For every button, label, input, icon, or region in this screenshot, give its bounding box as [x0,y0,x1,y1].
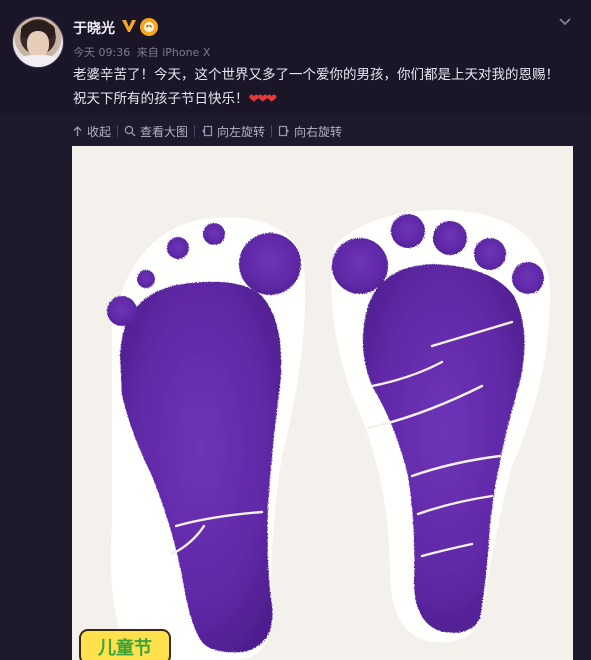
rotate-right-icon [278,125,290,137]
childrens-day-sticker: 儿童节 [78,624,174,660]
collapse-icon [73,125,82,136]
rotate-right-button[interactable]: 向右旋转 [278,123,342,140]
post-text: 老婆辛苦了！今天，这个世界又多了一个爱你的男孩，你们都是上天对我的恩赐！祝天下所… [73,63,563,112]
left-toe-3 [167,237,189,259]
member-icon[interactable] [140,18,158,36]
weibo-post-page: 于晓光 今天 09:36 来自 iPhone X 老婆辛苦了！今天，这个世界又多… [0,0,591,660]
left-big-toe [239,233,301,295]
post-time[interactable]: 今天 09:36 [73,46,130,59]
right-toe-4 [474,238,506,270]
right-toe-2 [391,214,425,248]
left-toe-4 [137,270,155,288]
rotate-left-button[interactable]: 向左旋转 [201,123,265,140]
right-big-toe [332,238,388,294]
verified-v-icon [120,17,138,35]
divider [194,125,196,137]
username[interactable]: 于晓光 [73,18,115,38]
view-large-button[interactable]: 查看大图 [124,123,188,140]
rotate-left-label: 向左旋转 [217,124,266,139]
rotate-right-label: 向右旋转 [294,124,343,139]
post-image[interactable]: 儿童节 [72,146,573,660]
post-meta: 今天 09:36 来自 iPhone X [73,44,213,60]
post-body: 老婆辛苦了！今天，这个世界又多了一个爱你的男孩，你们都是上天对我的恩赐！祝天下所… [73,67,559,107]
baby-footprints-image [107,209,551,660]
rotate-left-icon [202,125,213,137]
post-source: 来自 iPhone X [136,46,211,59]
divider [117,125,119,137]
left-toe-2 [203,223,225,245]
chevron-down-icon[interactable] [557,13,573,29]
left-toe-5 [107,296,137,326]
sticker-text: 儿童节 [97,637,152,659]
avatar[interactable] [12,16,64,68]
image-toolbar: 收起 查看大图 向左旋转 向右旋转 [72,121,342,141]
collapse-label: 收起 [87,124,112,139]
heart-emoji-icons: ❤❤❤ [248,92,278,107]
divider [271,125,273,137]
view-large-label: 查看大图 [140,124,189,139]
post-header: 于晓光 今天 09:36 来自 iPhone X 老婆辛苦了！今天，这个世界又多… [0,0,591,116]
right-toe-3 [433,221,467,255]
right-toe-5 [512,262,544,294]
collapse-button[interactable]: 收起 [72,123,111,140]
zoom-icon [124,125,136,137]
